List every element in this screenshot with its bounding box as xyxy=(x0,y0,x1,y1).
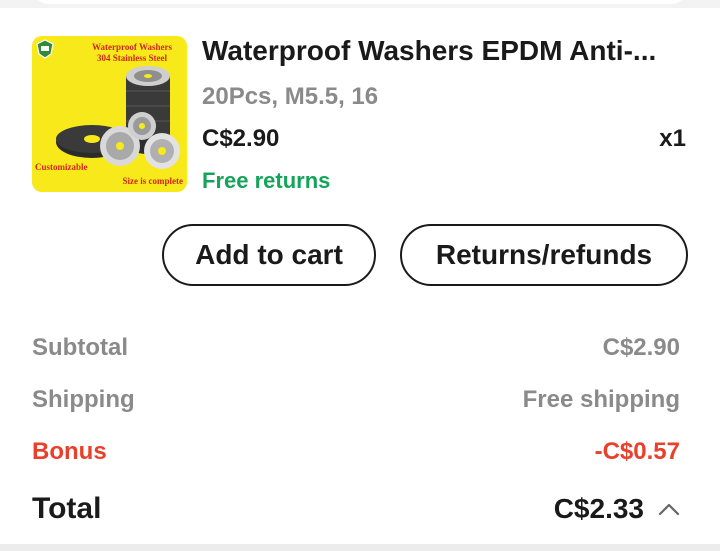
product-title[interactable]: Waterproof Washers EPDM Anti-... xyxy=(202,34,692,68)
thumbnail-customizable: Customizable xyxy=(35,162,88,172)
subtotal-label: Subtotal xyxy=(32,334,128,361)
previous-card-bottom xyxy=(34,0,686,4)
shipping-label: Shipping xyxy=(32,386,135,413)
shipping-value: Free shipping xyxy=(522,386,680,413)
returns-refunds-button[interactable]: Returns/refunds xyxy=(400,224,688,286)
total-value: C$2.33 xyxy=(553,493,644,524)
thumbnail-headline-line2: 304 Stainless Steel xyxy=(96,53,167,63)
product-price: C$2.90 xyxy=(202,125,280,152)
product-thumbnail[interactable]: Waterproof Washers 304 Stainless Steel C… xyxy=(32,36,187,192)
shield-logo-icon xyxy=(36,39,54,59)
subtotal-row: Subtotal C$2.90 xyxy=(32,332,680,364)
bonus-label: Bonus xyxy=(32,438,107,465)
thumbnail-headline: Waterproof Washers 304 Stainless Steel xyxy=(82,42,182,64)
product-quantity: x1 xyxy=(659,125,686,152)
subtotal-value: C$2.90 xyxy=(602,334,680,361)
bonus-row: Bonus -C$0.57 xyxy=(32,436,680,468)
bonus-value: -C$0.57 xyxy=(594,438,680,465)
product-variant: 20Pcs, M5.5, 16 xyxy=(202,83,379,110)
total-row[interactable]: Total C$2.33 xyxy=(32,490,680,528)
bottom-divider xyxy=(0,544,720,551)
thumbnail-headline-line1: Waterproof Washers xyxy=(92,42,172,52)
thumbnail-size-note: Size is complete xyxy=(122,176,183,186)
order-item[interactable]: Waterproof Washers 304 Stainless Steel C… xyxy=(32,35,688,196)
chevron-up-icon[interactable] xyxy=(658,502,680,516)
total-value-group[interactable]: C$2.33 xyxy=(554,493,680,525)
total-label: Total xyxy=(32,492,102,525)
previous-card-edge xyxy=(0,0,720,8)
add-to-cart-button[interactable]: Add to cart xyxy=(162,224,376,286)
free-returns-badge: Free returns xyxy=(202,168,331,193)
shipping-row: Shipping Free shipping xyxy=(32,384,680,416)
